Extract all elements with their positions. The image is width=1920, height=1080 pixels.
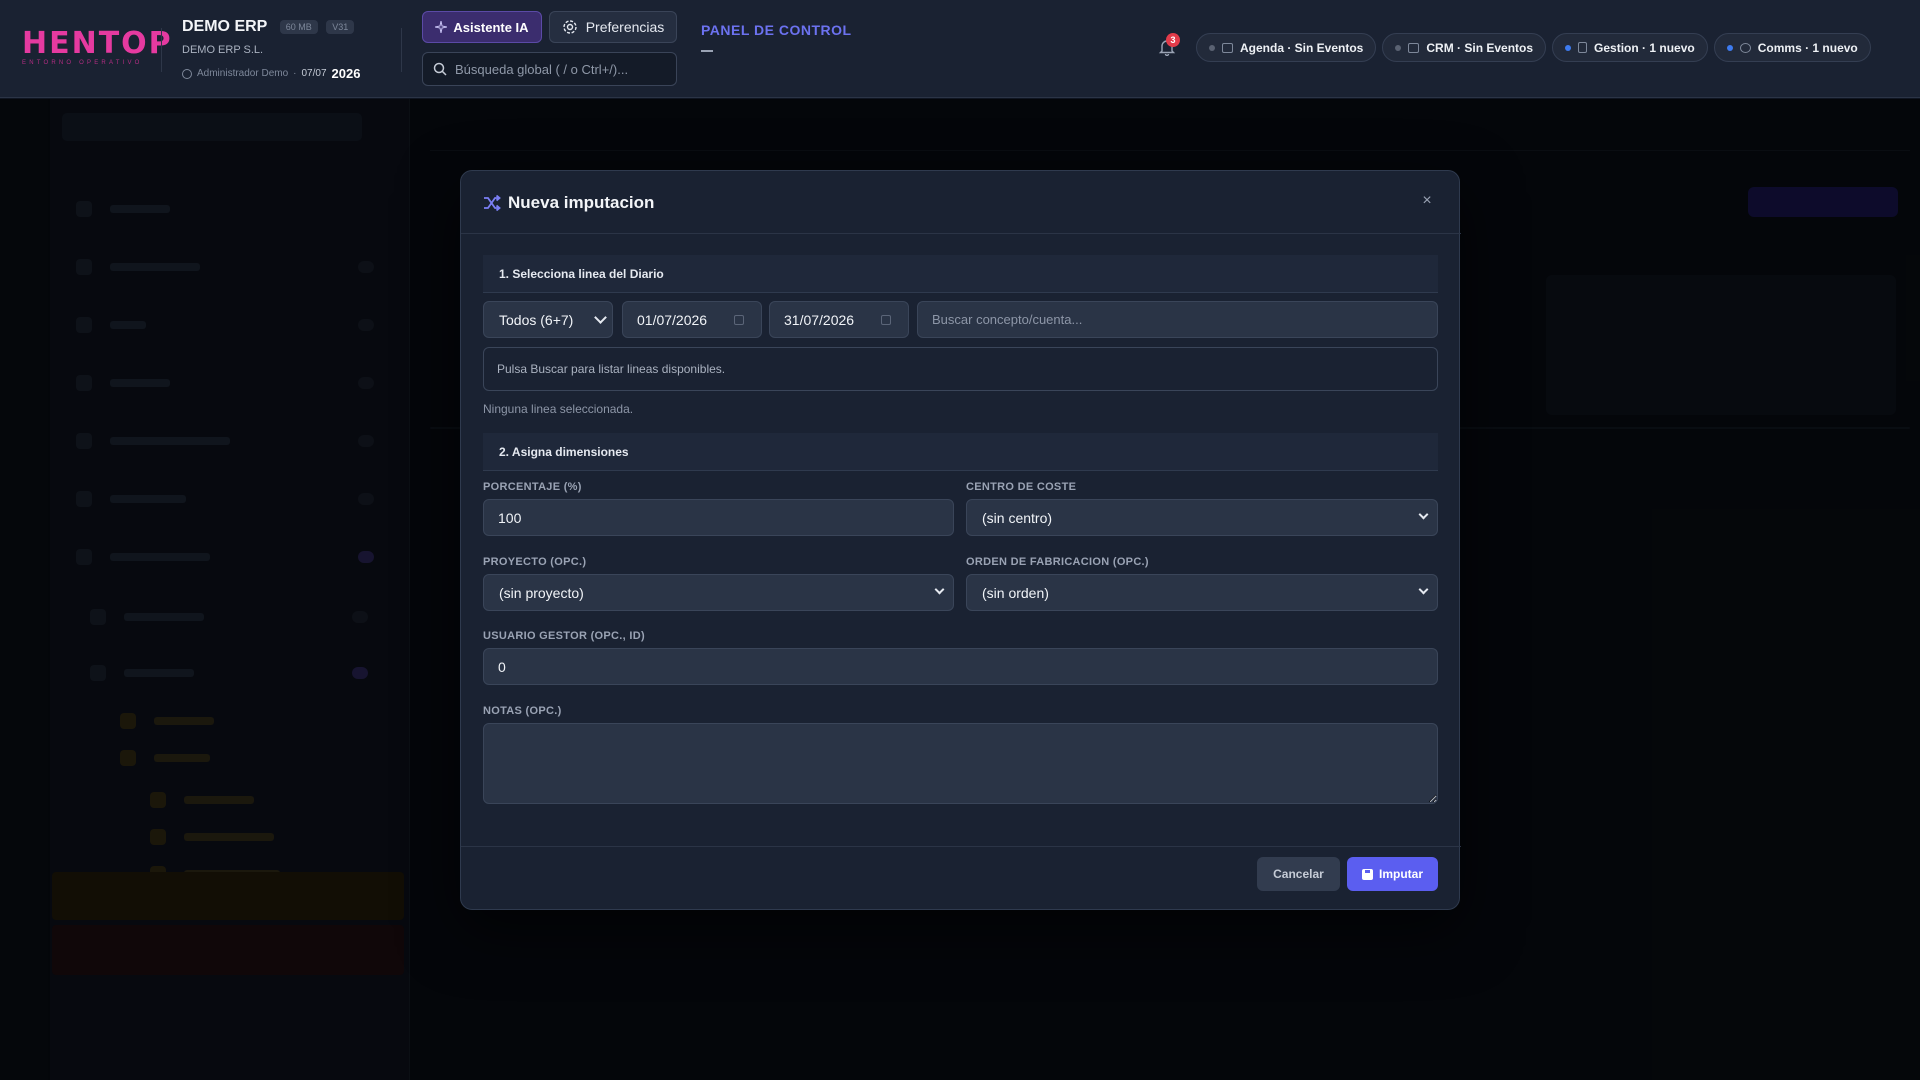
production-order-label: ORDEN DE FABRICACION (OPC.) (966, 556, 1149, 568)
chip-crm-label: CRM · Sin Eventos (1426, 40, 1534, 55)
ai-assistant-label: Asistente IA (453, 19, 529, 35)
new-allocation-modal: Nueva imputacion × 1. Selecciona linea d… (460, 170, 1461, 910)
preferences-label: Preferencias (585, 19, 665, 35)
date-to-input[interactable] (769, 301, 909, 338)
separator-dot: · (293, 68, 297, 80)
page-title[interactable]: PANEL DE CONTROL (701, 22, 852, 38)
date-to-wrap (769, 301, 909, 338)
filter-select-wrap: Todos (6+7) (483, 301, 613, 338)
current-date: 07/07 (301, 68, 327, 80)
status-chips: Agenda · Sin Eventos CRM · Sin Eventos G… (1196, 33, 1871, 62)
project-select[interactable]: (sin proyecto) (483, 574, 954, 611)
account-group-filter[interactable]: Todos (6+7) (483, 301, 613, 338)
section-assign-dimensions: 2. Asigna dimensiones (483, 433, 1438, 471)
calendar-icon (1222, 42, 1233, 53)
notification-count-badge: 3 (1166, 33, 1180, 47)
status-dot (1209, 44, 1215, 51)
logo-tagline: ENTORNO OPERATIVO (22, 60, 143, 66)
chip-agenda[interactable]: Agenda · Sin Eventos (1196, 33, 1377, 62)
preferences-button[interactable]: Preferencias (549, 11, 677, 43)
chip-comms-label: Comms · 1 nuevo (1757, 40, 1858, 55)
date-from-wrap (622, 301, 762, 338)
header-divider (161, 28, 162, 72)
search-icon (433, 62, 447, 76)
cancel-button[interactable]: Cancelar (1257, 857, 1340, 891)
company-info: DEMO ERP 60 MB V31 DEMO ERP S.L. Adminis… (182, 18, 360, 81)
chat-icon (1739, 42, 1751, 53)
project-label: PROYECTO (OPC.) (483, 556, 587, 568)
sparkle-icon (435, 21, 448, 33)
selection-status: Ninguna linea seleccionada. (483, 402, 634, 416)
shuffle-icon (484, 195, 501, 211)
monitor-icon (1408, 42, 1420, 53)
ai-assistant-button[interactable]: Asistente IA (422, 11, 542, 43)
save-icon (1361, 868, 1373, 880)
page-title-underline (701, 50, 713, 52)
user-line: Administrador Demo · 07/07 2026 (182, 66, 360, 81)
percentage-input[interactable] (483, 499, 954, 536)
chip-crm[interactable]: CRM · Sin Eventos (1382, 33, 1547, 62)
submit-allocation-label: Imputar (1378, 867, 1423, 881)
cost-center-wrap: (sin centro) (966, 499, 1438, 536)
chip-gestion-label: Gestion · 1 nuevo (1594, 40, 1695, 55)
manager-user-input[interactable] (483, 648, 1438, 685)
production-order-wrap: (sin orden) (966, 574, 1438, 611)
user-icon (182, 68, 192, 79)
brand-logo[interactable]: HENTOP ENTORNO OPERATIVO (22, 26, 173, 67)
cost-center-label: CENTRO DE COSTE (966, 481, 1077, 493)
chip-comms[interactable]: Comms · 1 nuevo (1713, 33, 1871, 62)
chip-gestion[interactable]: Gestion · 1 nuevo (1552, 33, 1708, 62)
status-dot (1565, 44, 1572, 51)
submit-allocation-button[interactable]: Imputar (1347, 857, 1438, 891)
gear-icon (563, 20, 577, 34)
fiscal-year[interactable]: 2026 (332, 66, 361, 81)
section-select-journal-line: 1. Selecciona linea del Diario (483, 255, 1438, 293)
status-dot (1395, 44, 1402, 51)
project-wrap: (sin proyecto) (483, 574, 954, 611)
production-order-select[interactable]: (sin orden) (966, 574, 1438, 611)
modal-header: Nueva imputacion × (461, 171, 1461, 234)
notes-label: NOTAS (OPC.) (483, 705, 562, 717)
company-legal-name: DEMO ERP S.L. (182, 44, 264, 57)
manager-user-label: USUARIO GESTOR (OPC., ID) (483, 630, 645, 642)
status-dot (1726, 44, 1733, 51)
journal-lines-info: Pulsa Buscar para listar lineas disponib… (483, 347, 1438, 391)
cost-center-select[interactable]: (sin centro) (966, 499, 1438, 536)
header-divider (401, 28, 402, 72)
logo-text: HENTOP (22, 26, 173, 61)
global-search[interactable] (422, 52, 677, 86)
global-search-input[interactable] (455, 61, 665, 77)
percentage-label: PORCENTAJE (%) (483, 481, 582, 493)
user-name[interactable]: Administrador Demo (197, 68, 288, 79)
notes-textarea[interactable] (483, 723, 1438, 804)
concept-search-input[interactable] (917, 301, 1438, 338)
db-size-badge: 60 MB (279, 20, 318, 34)
top-header: HENTOP ENTORNO OPERATIVO DEMO ERP 60 MB … (0, 0, 1920, 98)
document-icon (1578, 42, 1588, 53)
chip-agenda-label: Agenda · Sin Eventos (1240, 40, 1364, 55)
date-from-input[interactable] (622, 301, 762, 338)
close-icon[interactable]: × (1419, 193, 1435, 209)
modal-title: Nueva imputacion (508, 193, 655, 212)
version-badge: V31 (326, 20, 355, 34)
company-name: DEMO ERP (182, 18, 268, 35)
